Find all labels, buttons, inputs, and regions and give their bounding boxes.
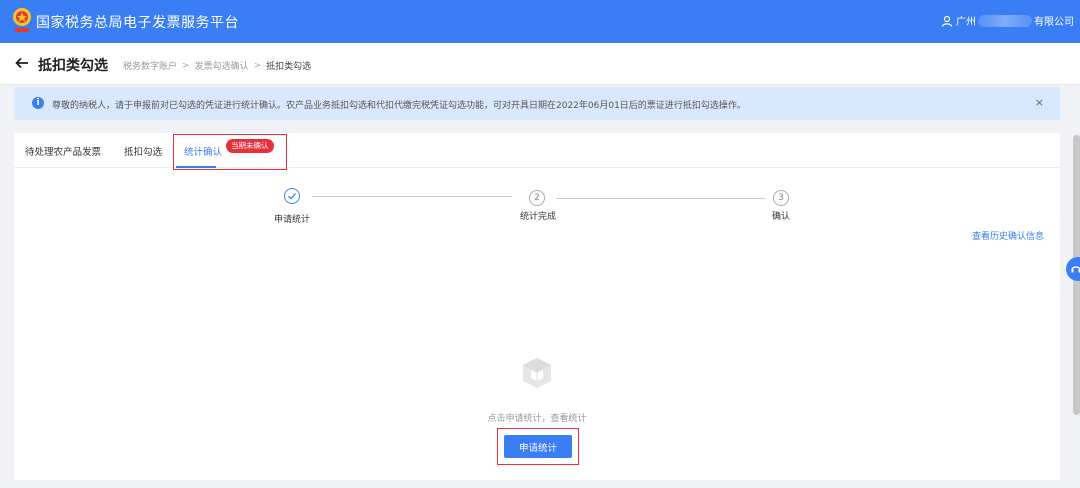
page-title: 抵扣类勾选: [38, 58, 108, 74]
step-connector: [312, 196, 512, 197]
breadcrumb-current: 抵扣类勾选: [266, 62, 312, 72]
view-history-link[interactable]: 查看历史确认信息: [972, 229, 1044, 242]
user-icon: [941, 15, 953, 27]
close-icon[interactable]: ×: [1035, 96, 1044, 109]
step-1-label: 申请统计: [274, 215, 311, 225]
breadcrumb-separator: >: [253, 60, 262, 71]
tab-deduction-select[interactable]: 抵扣勾选: [124, 144, 162, 158]
step-2-number: 2: [529, 190, 545, 206]
user-name-suffix: 有限公司: [1034, 17, 1074, 28]
breadcrumb: 税务数字账户 > 发票勾选确认 > 抵扣类勾选: [123, 59, 312, 73]
redacted-user-name: [978, 14, 1032, 27]
page-header: 抵扣类勾选 税务数字账户 > 发票勾选确认 > 抵扣类勾选: [0, 43, 1080, 85]
breadcrumb-invoice-confirm[interactable]: 发票勾选确认: [195, 59, 249, 72]
step-1-check-icon: [284, 188, 300, 204]
step-2-label: 统计完成: [520, 212, 557, 222]
user-name-prefix: 广州: [956, 17, 976, 28]
step-connector: [556, 198, 766, 199]
empty-box-icon: [523, 358, 551, 388]
notice-text: 尊敬的纳税人，请于申报前对已勾选的凭证进行统计确认。农产品业务抵扣勾选和代扣代缴…: [52, 101, 746, 111]
breadcrumb-separator: >: [182, 60, 190, 71]
notice-banner: i 尊敬的纳税人，请于申报前对已勾选的凭证进行统计确认。农产品业务抵扣勾选和代扣…: [14, 87, 1060, 120]
tax-emblem-logo: [13, 8, 31, 32]
customer-service-float-button[interactable]: [1066, 257, 1080, 281]
info-icon: i: [32, 97, 44, 109]
app-title: 国家税务总局电子发票服务平台: [36, 15, 239, 31]
main-panel: 待处理农产品发票 抵扣勾选 统计确认 当期未确认 2 3 申请统计 统计完成 确…: [14, 133, 1060, 480]
empty-state-text: 点击申请统计，查看统计: [487, 414, 587, 424]
apply-statistics-button[interactable]: 申请统计: [504, 435, 572, 458]
tab-pending-agri-invoices[interactable]: 待处理农产品发票: [25, 144, 101, 158]
tab-highlight-box: [173, 134, 287, 170]
breadcrumb-tax-account[interactable]: 税务数字账户: [123, 59, 177, 72]
tab-bar: 待处理农产品发票 抵扣勾选 统计确认 当期未确认: [14, 133, 1060, 170]
back-arrow-icon[interactable]: [14, 55, 30, 71]
step-3-number: 3: [773, 190, 789, 206]
user-account[interactable]: 广州 有限公司: [941, 13, 1074, 28]
headset-icon: [1071, 266, 1080, 273]
step-3-label: 确认: [772, 212, 791, 222]
top-navigation-bar: 国家税务总局电子发票服务平台 广州 有限公司: [0, 0, 1080, 43]
apply-button-highlight-box: 申请统计: [497, 428, 579, 465]
